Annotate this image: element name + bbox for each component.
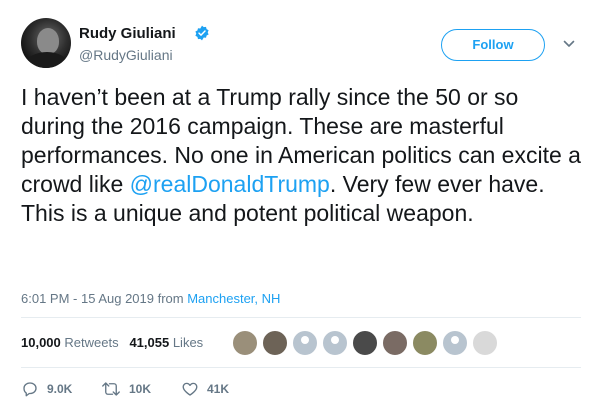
like-button[interactable]: 41K	[181, 380, 229, 398]
divider-bottom	[21, 367, 581, 368]
reply-count: 9.0K	[47, 382, 73, 396]
user-handle[interactable]: @RudyGiuliani	[79, 47, 173, 63]
retweets-label: Retweets	[64, 335, 119, 350]
user-name[interactable]: Rudy Giuliani	[79, 25, 176, 42]
from-label: from	[153, 291, 188, 306]
liker-avatar[interactable]	[262, 330, 288, 356]
reply-button[interactable]: 9.0K	[21, 380, 72, 398]
tweet-actions: 9.0K 10K 41K	[21, 380, 421, 402]
retweet-icon	[102, 382, 120, 396]
avatar-face	[37, 28, 59, 54]
verified-badge-icon	[195, 25, 209, 41]
follow-button[interactable]: Follow	[441, 29, 545, 61]
likes-stat[interactable]: 41,055 Likes	[129, 335, 203, 350]
like-count: 41K	[207, 382, 230, 396]
liker-avatar[interactable]	[322, 330, 348, 356]
location-link[interactable]: Manchester, NH	[187, 291, 280, 306]
divider-top	[21, 317, 581, 318]
heart-icon	[182, 382, 198, 396]
retweet-count: 10K	[129, 382, 152, 396]
liker-avatar[interactable]	[352, 330, 378, 356]
likes-count: 41,055	[129, 335, 170, 350]
liker-avatar[interactable]	[412, 330, 438, 356]
liker-avatar[interactable]	[442, 330, 468, 356]
avatar-body	[27, 52, 67, 68]
likes-label: Likes	[172, 335, 204, 350]
liker-avatar[interactable]	[232, 330, 258, 356]
tweet-timestamp[interactable]: 6:01 PM - 15 Aug 2019	[21, 291, 154, 306]
liker-avatar[interactable]	[292, 330, 318, 356]
liker-avatar[interactable]	[382, 330, 408, 356]
tweet-metadata: 6:01 PM - 15 Aug 2019 from Manchester, N…	[21, 291, 280, 306]
user-avatar[interactable]	[21, 18, 71, 68]
chevron-down-icon[interactable]	[563, 38, 575, 50]
engagement-stats: 10,000 Retweets 41,055 Likes	[21, 335, 203, 350]
retweet-button[interactable]: 10K	[101, 380, 151, 398]
retweets-stat[interactable]: 10,000 Retweets	[21, 335, 119, 350]
reply-icon	[23, 382, 37, 397]
retweets-count: 10,000	[21, 335, 61, 350]
tweet-text: I haven’t been at a Trump rally since th…	[21, 83, 581, 228]
liker-avatar[interactable]	[472, 330, 498, 356]
mention-link[interactable]: @realDonaldTrump	[130, 171, 330, 197]
